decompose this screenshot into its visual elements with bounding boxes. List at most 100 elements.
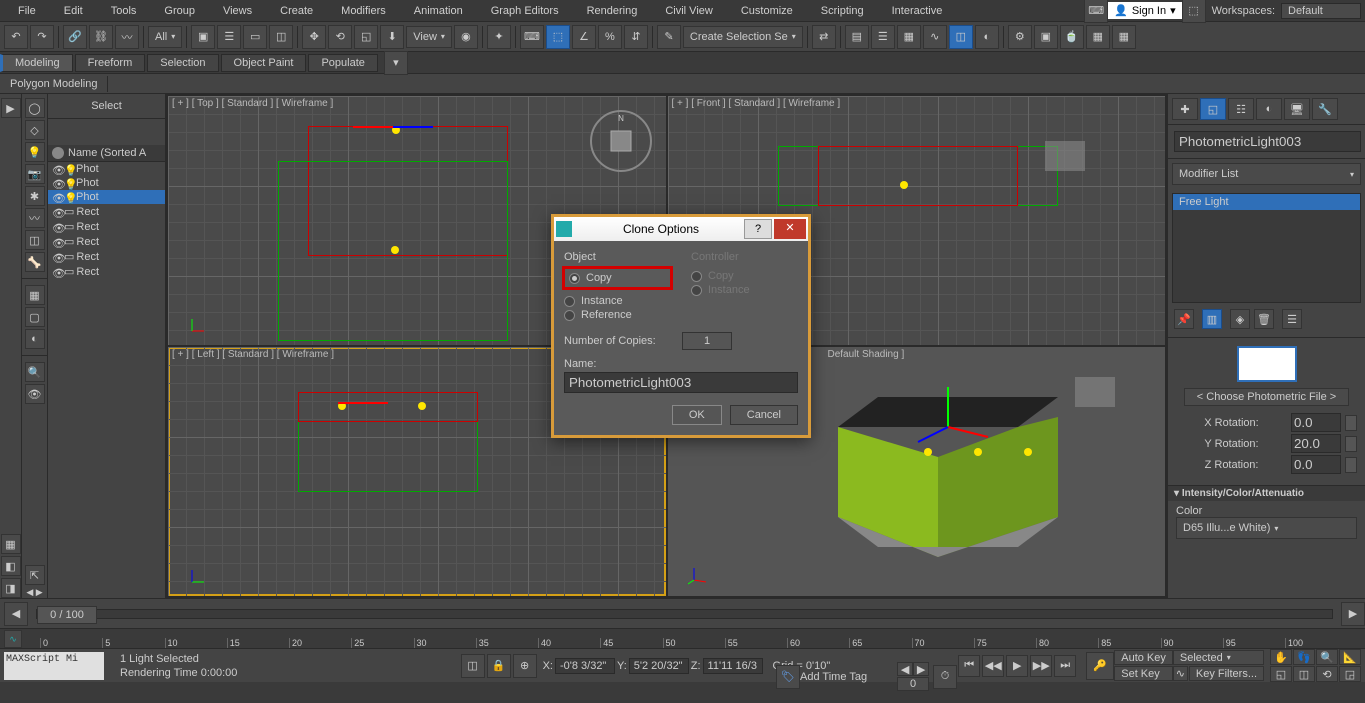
- ref-coord-dropdown[interactable]: View▾: [406, 26, 452, 48]
- viewcube-persp[interactable]: [1075, 377, 1115, 407]
- scene-row[interactable]: 👁▭Rect: [48, 249, 165, 264]
- color-preset-dropdown[interactable]: D65 Illu...e White)▾: [1176, 517, 1357, 539]
- render-production-icon[interactable]: 🍵: [1060, 25, 1084, 49]
- radio-instance[interactable]: Instance: [564, 294, 671, 308]
- selection-lock-icon[interactable]: 🔒: [487, 654, 511, 678]
- viewport-label[interactable]: [ + ] [ Top ] [ Standard ] [ Wireframe ]: [172, 98, 333, 109]
- display-invert-icon[interactable]: ◐: [25, 329, 45, 349]
- close-button[interactable]: ✕: [774, 219, 806, 239]
- scene-row[interactable]: 👁▭Rect: [48, 219, 165, 234]
- sel-spacewarp-icon[interactable]: 〰: [25, 208, 45, 228]
- timeline-right-icon[interactable]: ▶: [1341, 602, 1365, 626]
- rollout-intensity[interactable]: ▾ Intensity/Color/Attenuatio: [1168, 486, 1365, 501]
- ribbon-freeform[interactable]: Freeform: [75, 54, 146, 72]
- zrot-field[interactable]: [1291, 455, 1341, 474]
- scene-row[interactable]: 👁▭Rect: [48, 204, 165, 219]
- clone-name-field[interactable]: [564, 372, 798, 393]
- numcopies-field[interactable]: 1: [682, 332, 732, 350]
- prev-frame-icon[interactable]: ◀◀: [982, 655, 1004, 677]
- layout-add-icon[interactable]: ◨: [1, 578, 21, 598]
- scene-scrollbar[interactable]: ◀ ▶: [26, 587, 42, 598]
- ok-button[interactable]: OK: [672, 405, 722, 425]
- ribbon-options-icon[interactable]: ▾: [384, 51, 408, 75]
- spinner[interactable]: [1345, 436, 1357, 452]
- display-none-icon[interactable]: ▢: [25, 307, 45, 327]
- ribbon-objectpaint[interactable]: Object Paint: [221, 54, 307, 72]
- step-fwd-icon[interactable]: ▶: [913, 662, 929, 676]
- step-back-icon[interactable]: ◀: [897, 662, 913, 676]
- timeline[interactable]: ◀ 0 / 100 ▶: [0, 598, 1365, 628]
- eye-icon[interactable]: 👁: [52, 178, 62, 188]
- transform-type-in-icon[interactable]: ⊕: [513, 654, 537, 678]
- yrot-field[interactable]: [1291, 434, 1341, 453]
- eye-icon[interactable]: 👁: [52, 222, 62, 232]
- pan-icon[interactable]: ✋: [1270, 649, 1292, 665]
- maximize-viewport-icon[interactable]: ◲: [1339, 666, 1361, 682]
- modify-tab-icon[interactable]: ◱: [1200, 98, 1226, 120]
- align-icon[interactable]: ▤: [845, 25, 869, 49]
- make-unique-icon[interactable]: ◈: [1230, 309, 1250, 329]
- mini-curve-icon[interactable]: ∿: [4, 630, 22, 648]
- current-frame-field[interactable]: 0: [897, 677, 929, 691]
- ribbon-selection[interactable]: Selection: [147, 54, 218, 72]
- render-arnold-icon[interactable]: ▦: [1112, 25, 1136, 49]
- scene-row[interactable]: 👁💡Phot: [48, 176, 165, 190]
- time-slider-thumb[interactable]: 0 / 100: [37, 606, 97, 624]
- eye-icon[interactable]: 👁: [52, 164, 62, 174]
- view-toggle-icon[interactable]: 👁: [25, 384, 45, 404]
- sel-light-icon[interactable]: 💡: [25, 142, 45, 162]
- sel-shape-icon[interactable]: ◇: [25, 120, 45, 140]
- menu-civilview[interactable]: Civil View: [651, 5, 726, 17]
- object-box[interactable]: [1045, 141, 1085, 171]
- eye-icon[interactable]: 👁: [52, 252, 62, 262]
- add-time-tag-icon[interactable]: 🏷: [776, 665, 800, 689]
- placement-icon[interactable]: ⬇: [380, 25, 404, 49]
- pivot-center-icon[interactable]: ◉: [454, 25, 478, 49]
- undo-icon[interactable]: ↶: [4, 25, 28, 49]
- edit-named-sel-icon[interactable]: ✎: [657, 25, 681, 49]
- bind-spacewarp-icon[interactable]: 〰: [115, 25, 139, 49]
- zoom-icon[interactable]: 🔍: [1316, 649, 1338, 665]
- rotate-icon[interactable]: ⟲: [328, 25, 352, 49]
- layout-template-icon[interactable]: ◧: [1, 556, 21, 576]
- render-iterate-icon[interactable]: ▦: [1086, 25, 1110, 49]
- toggle-ribbon-icon[interactable]: ▦: [897, 25, 921, 49]
- rendered-frame-icon[interactable]: ▣: [1034, 25, 1058, 49]
- window-crossing-icon[interactable]: ◫: [269, 25, 293, 49]
- scale-icon[interactable]: ◱: [354, 25, 378, 49]
- pin-stack-icon[interactable]: 📌: [1174, 309, 1194, 329]
- menu-edit[interactable]: Edit: [50, 5, 97, 17]
- eye-icon[interactable]: 👁: [52, 207, 62, 217]
- zoom-extents-icon[interactable]: ◱: [1270, 666, 1292, 682]
- color-preset-radio[interactable]: D65 Illu...e White)▾: [1176, 517, 1357, 539]
- menu-modifiers[interactable]: Modifiers: [327, 5, 400, 17]
- create-tab-icon[interactable]: ✚: [1172, 98, 1198, 120]
- eye-icon[interactable]: 👁: [52, 192, 62, 202]
- gizmo-axis-z[interactable]: [393, 126, 433, 128]
- select-object-icon[interactable]: ▣: [191, 25, 215, 49]
- link-icon[interactable]: 🔗: [63, 25, 87, 49]
- menu-interactive[interactable]: Interactive: [878, 5, 957, 17]
- unlink-icon[interactable]: ⛓: [89, 25, 113, 49]
- light-object[interactable]: [391, 246, 399, 254]
- spinner-snap-icon[interactable]: ⇵: [624, 25, 648, 49]
- scene-header[interactable]: Name (Sorted A: [48, 145, 165, 162]
- scene-resize-icon[interactable]: ⇱: [25, 565, 45, 585]
- help-button[interactable]: ?: [744, 219, 772, 239]
- ribbon-polygonmodeling[interactable]: Polygon Modeling: [0, 76, 108, 92]
- play-icon[interactable]: ▶: [1006, 655, 1028, 677]
- move-icon[interactable]: ✥: [302, 25, 326, 49]
- coord-z[interactable]: 11'11 16/3: [703, 658, 763, 674]
- viewport-label[interactable]: [ + ] [ Left ] [ Standard ] [ Wireframe …: [172, 349, 334, 360]
- cancel-button[interactable]: Cancel: [730, 405, 798, 425]
- goto-end-icon[interactable]: ⏭: [1054, 655, 1076, 677]
- key-filters-button[interactable]: Key Filters...: [1189, 666, 1264, 681]
- xrot-field[interactable]: [1291, 413, 1341, 432]
- schematic-view-icon[interactable]: ◫: [949, 25, 973, 49]
- add-time-tag-label[interactable]: Add Time Tag: [800, 671, 867, 683]
- curve-editor-icon[interactable]: ∿: [923, 25, 947, 49]
- utilities-tab-icon[interactable]: 🔧: [1312, 98, 1338, 120]
- key-curve-icon[interactable]: ∿: [1173, 666, 1188, 681]
- choose-file-button[interactable]: < Choose Photometric File >: [1184, 388, 1349, 406]
- light-object[interactable]: [900, 181, 908, 189]
